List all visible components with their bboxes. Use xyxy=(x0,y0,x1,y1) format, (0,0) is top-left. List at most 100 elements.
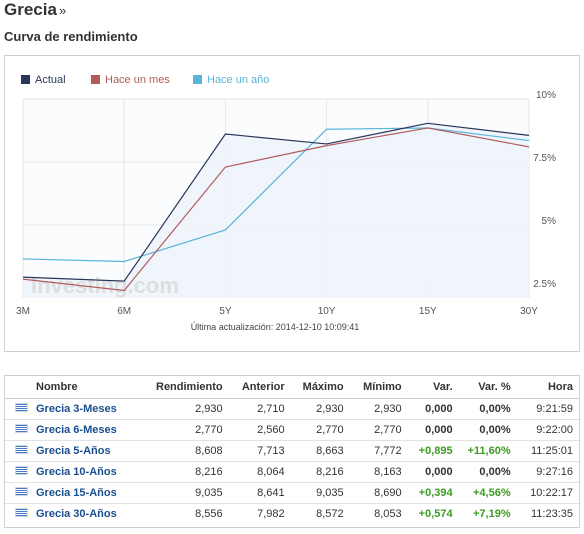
previous-cell: 2,560 xyxy=(228,419,291,441)
bond-name-cell: Grecia 3-Meses xyxy=(5,398,150,420)
bond-link[interactable]: Grecia 6-Meses xyxy=(36,424,117,436)
time-cell: 9:27:16 xyxy=(516,461,579,483)
bond-name-cell: Grecia 10-Años xyxy=(5,461,150,483)
change-pct-cell: +7,19% xyxy=(473,507,511,520)
table-row: Grecia 30-Años 8,556 7,982 8,572 8,053 +0,574… xyxy=(5,503,579,524)
change-cell: +0,895 xyxy=(407,440,459,462)
bond-link[interactable]: Grecia 10-Años xyxy=(36,466,117,478)
greece-flag-icon xyxy=(15,466,28,476)
yield-cell: 2,930 xyxy=(150,398,229,420)
yield-cell: 8,608 xyxy=(150,440,229,462)
change-cell: 0,000 xyxy=(407,461,459,483)
bond-name-cell: Grecia 15-Años xyxy=(5,482,150,504)
bonds-table-container: Nombre Rendimiento Anterior Máximo Mínim… xyxy=(4,375,580,528)
bond-name-cell: Grecia 5-Años xyxy=(5,440,150,462)
column-header-low[interactable]: Mínimo xyxy=(349,376,408,399)
time-cell: 11:25:01 xyxy=(516,440,579,462)
yield-curve-chart: Investing.com 10% 7.5% 5% 2.5% 3M 6M 5Y 10Y 15Y 30… xyxy=(4,55,580,352)
low-cell: 2,770 xyxy=(349,419,408,441)
x-tick-label: 15Y xyxy=(419,306,437,317)
change-pct-cell: +11,60% xyxy=(458,440,517,462)
x-tick-label: 6M xyxy=(117,306,131,317)
page-title[interactable]: Grecia» xyxy=(4,0,66,20)
yield-cell: 2,770 xyxy=(150,419,229,441)
table-row: Grecia 10-Años 8,216 8,064 8,216 8,163 0,000 0… xyxy=(5,461,579,483)
bond-link[interactable]: Grecia 15-Años xyxy=(36,487,117,499)
bond-name-cell: Grecia 6-Meses xyxy=(5,419,150,441)
page-title-text[interactable]: Grecia xyxy=(4,0,57,19)
greece-flag-icon xyxy=(15,487,28,497)
legend-swatch xyxy=(193,75,202,84)
change-cell: +0,394 xyxy=(407,482,459,504)
legend-swatch xyxy=(91,75,100,84)
table-row: Grecia 15-Años 9,035 8,641 9,035 8,690 +0,394… xyxy=(5,482,579,504)
table-row: Grecia 6-Meses 2,770 2,560 2,770 2,770 0,000 0… xyxy=(5,419,579,441)
column-header-name[interactable]: Nombre xyxy=(5,376,150,399)
column-header-previous[interactable]: Anterior xyxy=(228,376,291,399)
low-cell: 7,772 xyxy=(349,440,408,462)
bond-link[interactable]: Grecia 5-Años xyxy=(36,445,111,457)
previous-cell: 2,710 xyxy=(228,398,291,420)
table-row: Grecia 3-Meses 2,930 2,710 2,930 2,930 0,000 0… xyxy=(5,398,579,420)
change-pct-cell: 0,00% xyxy=(458,461,517,483)
column-header-change-pct[interactable]: Var. % xyxy=(458,376,517,399)
legend-label: Actual xyxy=(35,74,66,86)
bond-link[interactable]: Grecia 30-Años xyxy=(36,508,117,520)
high-cell: 8,216 xyxy=(290,461,350,483)
legend-label: Hace un año xyxy=(207,74,269,86)
high-cell: 2,930 xyxy=(290,398,350,420)
legend-swatch xyxy=(21,75,30,84)
x-tick-label: 10Y xyxy=(318,306,336,317)
high-cell: 2,770 xyxy=(290,419,350,441)
x-tick-label: 5Y xyxy=(219,306,232,317)
greece-flag-icon xyxy=(15,424,28,434)
y-tick-label: 5% xyxy=(542,216,557,227)
yield-cell: 9,035 xyxy=(150,482,229,504)
previous-cell: 7,713 xyxy=(228,440,291,462)
change-cell: +0,574 xyxy=(418,507,453,520)
high-cell: 8,663 xyxy=(290,440,350,462)
x-tick-label: 3M xyxy=(16,306,30,317)
change-pct-cell: 0,00% xyxy=(458,398,517,420)
yield-cell: 8,556 xyxy=(195,507,223,520)
previous-cell: 7,982 xyxy=(257,507,285,520)
time-cell: 9:22:00 xyxy=(516,419,579,441)
bond-name-cell: Grecia 30-Años xyxy=(5,503,150,524)
low-cell: 8,053 xyxy=(374,507,402,520)
table-header-row: Nombre Rendimiento Anterior Máximo Mínim… xyxy=(5,376,579,399)
low-cell: 8,690 xyxy=(349,482,408,504)
previous-cell: 8,641 xyxy=(228,482,291,504)
change-pct-cell: +4,56% xyxy=(458,482,517,504)
y-tick-label: 7.5% xyxy=(533,153,556,164)
high-cell: 9,035 xyxy=(290,482,350,504)
bonds-table: Nombre Rendimiento Anterior Máximo Mínim… xyxy=(5,376,579,524)
high-cell: 8,572 xyxy=(316,507,344,520)
yield-curve-chart-svg: Investing.com 10% 7.5% 5% 2.5% 3M 6M 5Y 10Y 15Y 30… xyxy=(16,74,557,332)
page-title-arrow: » xyxy=(58,3,67,18)
column-header-yield[interactable]: Rendimiento xyxy=(150,376,229,399)
change-cell: 0,000 xyxy=(407,398,459,420)
greece-flag-icon xyxy=(15,508,28,518)
yield-cell: 8,216 xyxy=(150,461,229,483)
greece-flag-icon xyxy=(15,445,28,455)
column-header-change[interactable]: Var. xyxy=(407,376,459,399)
legend-label: Hace un mes xyxy=(105,74,170,86)
y-tick-label: 2.5% xyxy=(533,279,556,290)
change-pct-cell: 0,00% xyxy=(458,419,517,441)
column-header-time[interactable]: Hora xyxy=(516,376,579,399)
time-cell: 10:22:17 xyxy=(516,482,579,504)
x-tick-label: 30Y xyxy=(520,306,538,317)
last-update-note: Última actualización: 2014-12-10 10:09:4… xyxy=(191,322,360,332)
previous-cell: 8,064 xyxy=(228,461,291,483)
time-cell: 11:23:35 xyxy=(530,507,573,520)
column-header-high[interactable]: Máximo xyxy=(290,376,350,399)
low-cell: 8,163 xyxy=(349,461,408,483)
low-cell: 2,930 xyxy=(349,398,408,420)
bonds-table-body: Grecia 3-Meses 2,930 2,710 2,930 2,930 0,000 0… xyxy=(5,398,579,524)
time-cell: 9:21:59 xyxy=(516,398,579,420)
y-tick-label: 10% xyxy=(536,90,556,101)
bond-link[interactable]: Grecia 3-Meses xyxy=(36,403,117,415)
investing-watermark: Investing.com xyxy=(31,273,179,298)
greece-flag-icon xyxy=(15,403,28,413)
section-title: Curva de rendimiento xyxy=(4,29,138,44)
